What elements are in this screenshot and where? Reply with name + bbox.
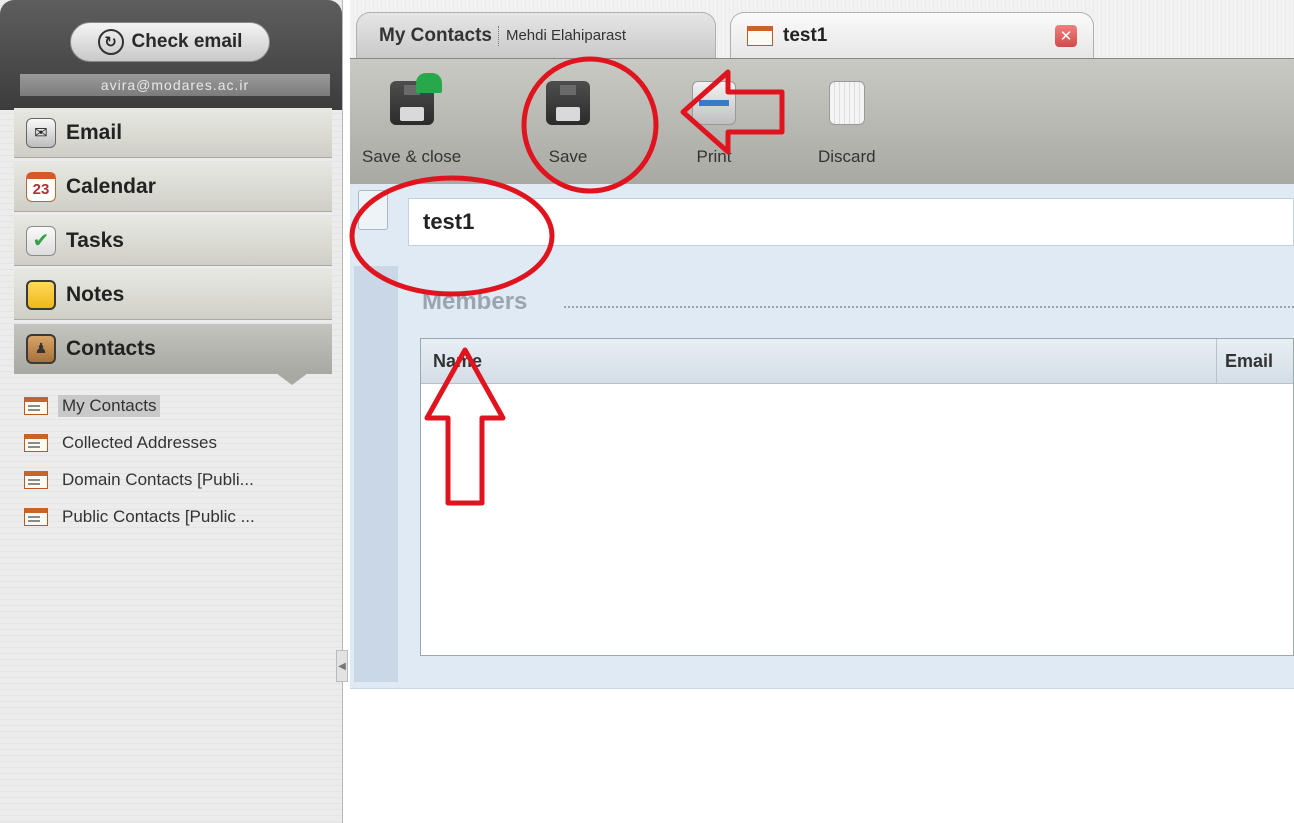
folder-label: Collected Addresses bbox=[62, 433, 217, 452]
group-form: Members Name Email bbox=[350, 184, 1294, 689]
folder-label: My Contacts bbox=[58, 395, 161, 417]
tab-title: test1 bbox=[783, 24, 828, 46]
discard-button[interactable]: Discard bbox=[818, 81, 876, 167]
folder-label: Domain Contacts [Publi... bbox=[62, 470, 254, 489]
sidebar: ↻ Check email avira@modares.ac.ir ✉ Emai… bbox=[0, 0, 343, 823]
printer-icon bbox=[692, 81, 736, 125]
nav-item-label: Email bbox=[66, 120, 123, 144]
group-select-checkbox[interactable] bbox=[358, 190, 388, 230]
folder-item-my-contacts[interactable]: My Contacts bbox=[24, 392, 334, 420]
contact-folder-icon bbox=[24, 397, 48, 415]
save-label: Save bbox=[548, 147, 588, 166]
public-contact-folder-icon bbox=[24, 471, 48, 489]
tab-owner: Mehdi Elahiparast bbox=[505, 27, 627, 44]
folder-item-collected-addresses[interactable]: Collected Addresses bbox=[24, 429, 334, 457]
note-icon bbox=[26, 279, 56, 310]
save-button[interactable]: Save bbox=[546, 81, 590, 167]
folder-item-domain-contacts[interactable]: Domain Contacts [Publi... bbox=[24, 466, 334, 494]
group-name-input[interactable] bbox=[408, 198, 1294, 246]
public-contact-folder-icon bbox=[24, 508, 48, 526]
envelope-icon: ✉ bbox=[26, 117, 56, 148]
print-label: Print bbox=[696, 147, 732, 166]
discard-label: Discard bbox=[818, 147, 876, 166]
contact-folder-icon bbox=[24, 434, 48, 452]
tab-bar: My Contacts Mehdi Elahiparast test1 ✕ bbox=[350, 0, 1294, 58]
main-panel: My Contacts Mehdi Elahiparast test1 ✕ Sa… bbox=[350, 0, 1294, 823]
save-and-close-label: Save & close bbox=[362, 147, 462, 166]
checkmark-icon: ✔ bbox=[26, 225, 56, 256]
save-icon bbox=[546, 81, 590, 125]
close-icon[interactable]: ✕ bbox=[1055, 25, 1077, 47]
nav-item-label: Contacts bbox=[66, 336, 156, 360]
tab-title: My Contacts bbox=[379, 24, 492, 46]
nav-item-contacts[interactable]: ♟ Contacts bbox=[14, 324, 332, 385]
check-email-label: Check email bbox=[131, 31, 243, 52]
contact-group-icon bbox=[747, 25, 773, 46]
sidebar-collapse-handle[interactable]: ◀ bbox=[336, 650, 348, 682]
trash-icon bbox=[828, 81, 865, 125]
nav-item-notes[interactable]: Notes bbox=[14, 270, 332, 320]
members-table-header: Name Email bbox=[421, 339, 1293, 384]
folder-item-public-contacts[interactable]: Public Contacts [Public ... bbox=[24, 503, 334, 531]
members-divider bbox=[564, 306, 1294, 308]
tab-separator bbox=[497, 25, 500, 46]
check-email-button[interactable]: ↻ Check email bbox=[70, 22, 270, 62]
print-button[interactable]: Print bbox=[692, 81, 736, 167]
nav-item-email[interactable]: ✉ Email bbox=[14, 108, 332, 158]
column-divider bbox=[1216, 339, 1217, 383]
save-and-close-icon bbox=[389, 73, 442, 125]
calendar-icon: 23 bbox=[26, 171, 56, 202]
account-email: avira@modares.ac.ir bbox=[20, 74, 330, 96]
column-header-email[interactable]: Email bbox=[1225, 351, 1273, 372]
members-table[interactable]: Name Email bbox=[420, 338, 1294, 656]
toolbar: Save & close Save Print Discard bbox=[350, 58, 1294, 185]
nav-item-label: Calendar bbox=[66, 174, 156, 198]
sidebar-header: ↻ Check email avira@modares.ac.ir bbox=[0, 0, 342, 110]
tab-my-contacts[interactable]: My Contacts Mehdi Elahiparast bbox=[356, 12, 716, 58]
refresh-icon: ↻ bbox=[97, 29, 124, 55]
folder-label: Public Contacts [Public ... bbox=[62, 507, 255, 526]
members-section-title: Members bbox=[422, 288, 528, 315]
nav-item-tasks[interactable]: ✔ Tasks bbox=[14, 216, 332, 266]
nav-item-label: Notes bbox=[66, 282, 125, 306]
tab-group-test1[interactable]: test1 ✕ bbox=[730, 12, 1094, 58]
column-header-name[interactable]: Name bbox=[433, 351, 482, 372]
contacts-book-icon: ♟ bbox=[26, 333, 56, 364]
nav-item-calendar[interactable]: 23 Calendar bbox=[14, 162, 332, 212]
form-side-strip bbox=[354, 266, 398, 682]
nav-item-label: Tasks bbox=[66, 228, 124, 252]
save-and-close-button[interactable]: Save & close bbox=[362, 73, 462, 167]
